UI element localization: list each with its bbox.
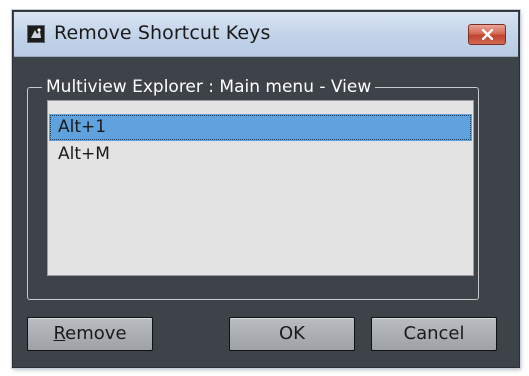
list-item[interactable]: Alt+M bbox=[49, 141, 472, 168]
app-icon bbox=[27, 25, 45, 43]
remove-button[interactable]: Remove bbox=[27, 317, 153, 351]
cancel-button[interactable]: Cancel bbox=[371, 317, 497, 351]
list-item[interactable]: Alt+1 bbox=[49, 114, 472, 141]
close-button[interactable] bbox=[468, 24, 506, 45]
group-label: Multiview Explorer : Main menu - View bbox=[42, 77, 376, 97]
remove-label: emove bbox=[65, 323, 127, 344]
window-title: Remove Shortcut Keys bbox=[54, 22, 271, 44]
shortcut-keys-list[interactable]: Alt+1 Alt+M bbox=[47, 100, 474, 276]
ok-button[interactable]: OK bbox=[229, 317, 355, 351]
title-bar[interactable]: Remove Shortcut Keys bbox=[14, 12, 518, 57]
remove-mnemonic: R bbox=[53, 323, 66, 344]
list-item-label: Alt+M bbox=[58, 144, 110, 164]
close-icon bbox=[482, 29, 493, 40]
list-item-label: Alt+1 bbox=[58, 117, 107, 137]
